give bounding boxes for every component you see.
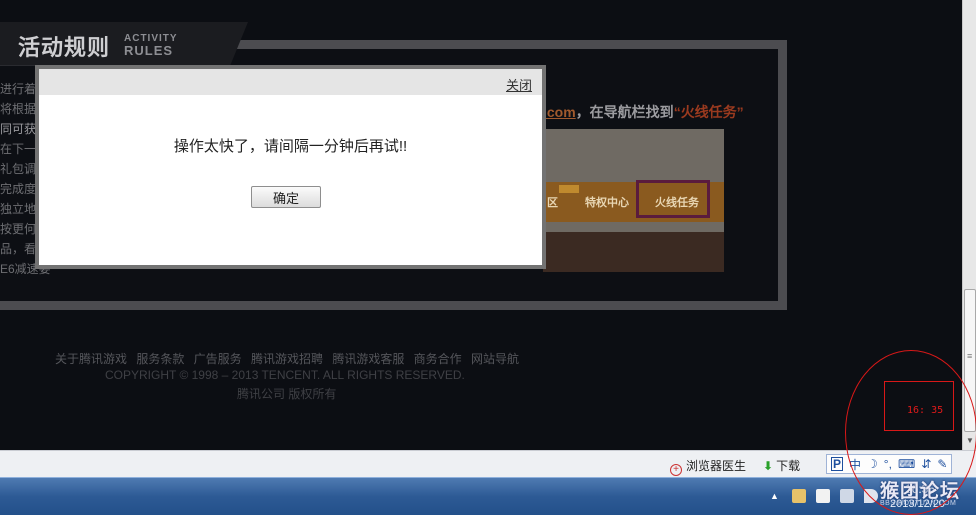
rules-title: 活动规则: [18, 35, 111, 60]
nav-item: 区: [547, 197, 558, 209]
alert-dialog: 关闭 操作太快了，请间隔一分钟后再试!! 确定: [35, 65, 546, 269]
instruction-line: .com，在导航栏找到“火线任务”: [543, 104, 744, 120]
annotation-circle: [845, 350, 976, 515]
windows-taskbar: ▲ 16:35 2013/12/20: [0, 477, 976, 515]
tray-device-icon[interactable]: [816, 489, 830, 503]
grip-icon: ≡: [967, 351, 973, 361]
rule-line: 礼包调: [0, 162, 37, 176]
footer-links[interactable]: 关于腾讯游戏 服务条款 广告服务 腾讯游戏招聘 腾讯游戏客服 商务合作 网站导航: [55, 350, 519, 367]
footer-copyright: COPYRIGHT © 1998 – 2013 TENCENT. ALL RIG…: [105, 368, 465, 382]
ime-logo-icon: P: [831, 457, 844, 471]
rule-line: 同可获: [0, 122, 37, 136]
annotation-time: 16: 35: [907, 405, 944, 416]
footer-company: 腾讯公司 版权所有: [237, 387, 337, 401]
tray-expand-icon[interactable]: ▲: [770, 491, 779, 501]
medical-cross-icon: +: [670, 464, 682, 476]
rule-line: 将根据: [0, 102, 37, 116]
browser-doctor-button[interactable]: + 浏览器医生: [670, 457, 746, 476]
dialog-message: 操作太快了，请间隔一分钟后再试!!: [173, 138, 408, 155]
new-tag: [559, 185, 579, 193]
highlight-box: [636, 180, 710, 218]
close-link[interactable]: 关闭: [506, 75, 532, 94]
browser-status-bar: + 浏览器医生 ⬇ 下载 P 中 ☽ °, ⌨ ⇵ ✎: [0, 450, 976, 477]
rules-subtitle: ACTIVITY RULES: [124, 33, 178, 58]
network-icon[interactable]: [840, 489, 854, 503]
rule-line: 品，看: [0, 242, 37, 256]
download-arrow-icon: ⬇: [763, 459, 774, 473]
confirm-button[interactable]: 确定: [251, 186, 321, 208]
rule-line: 进行着: [0, 82, 37, 96]
tray-app-icon[interactable]: [792, 489, 806, 503]
rule-line: 按更何: [0, 222, 37, 236]
download-button[interactable]: ⬇ 下载: [763, 457, 800, 474]
site-link[interactable]: .com: [543, 104, 576, 120]
rule-line: 独立地: [0, 202, 37, 216]
dialog-header: 关闭: [39, 69, 542, 95]
nav-item: 特权中心: [585, 197, 629, 209]
rule-line: 在下一: [0, 142, 37, 156]
navigation-screenshot: 区 特权中心 火线任务: [543, 129, 724, 272]
rule-line: 完成度: [0, 182, 37, 196]
